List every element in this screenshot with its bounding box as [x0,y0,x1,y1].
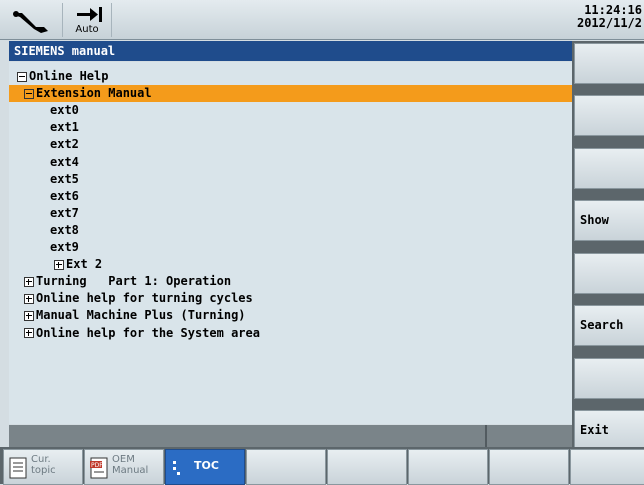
softkey-empty[interactable] [574,43,644,84]
tree-item[interactable]: Manual Machine Plus (Turning) [9,307,572,324]
header-bar: Auto 11:24:16 2012/11/2 [0,0,644,40]
tree-item-label: Ext 2 [66,257,103,272]
tree-item-label: ext9 [50,240,79,254]
tree-item-label: Online Help [29,69,109,83]
collapse-icon[interactable] [24,88,34,99]
tree-item-label: Extension Manual [36,86,152,101]
expand-icon[interactable] [24,310,34,321]
tree-item[interactable]: Online Help [9,68,572,85]
tab-empty[interactable] [246,449,326,485]
tree-item[interactable]: ext4 [9,154,572,171]
toc-tree: Online Help Extension Manual ext0 ext1 ext2 e… [9,62,572,424]
tab-empty[interactable] [408,449,488,485]
horizontal-softkey-bar: Cur. topic PDF OEM Manual TOC [0,447,644,485]
tree-item[interactable]: ext2 [9,136,572,153]
vertical-softkey-bar: Show Search Exit [572,41,644,451]
softkey-show[interactable]: Show [574,200,644,241]
expand-icon[interactable] [54,259,64,270]
tree-item-label: ext8 [50,222,79,237]
document-icon [8,457,28,479]
collapse-icon[interactable] [17,71,27,82]
svg-text:PDF: PDF [91,462,103,469]
tree-item[interactable]: Ext 2 [9,256,572,273]
status-divider [485,425,487,447]
tree-item[interactable]: ext0 [9,102,572,119]
softkey-search[interactable]: Search [574,305,644,346]
tab-oem-manual[interactable]: PDF OEM Manual [84,449,164,485]
date: 2012/11/2 [576,16,642,30]
tree-item[interactable]: ext9 [9,239,572,256]
tree-item-label: ext5 [50,171,79,186]
tree-item-label: Manual Machine Plus (Turning) [36,308,246,323]
time: 11:24:16 [584,3,642,17]
window-title: SIEMENS manual [9,41,572,61]
expand-icon[interactable] [24,276,34,287]
expand-icon[interactable] [24,293,34,304]
tree-item[interactable]: ext8 [9,222,572,239]
tree-item-label: Online help for the System area [36,325,260,340]
tree-item-label: ext7 [50,205,79,220]
softkey-empty[interactable] [574,95,644,136]
tree-item-label: ext2 [50,137,79,152]
tree-item-label: ext1 [50,120,79,135]
tab-label: TOC [194,459,219,472]
tab-cur-topic[interactable]: Cur. topic [3,449,83,485]
status-bar [9,425,572,447]
tree-item-label: Turning Part 1: Operation [36,274,232,289]
tree-item-label: ext6 [50,188,79,203]
tree-item-label: ext0 [50,103,79,118]
tab-toc[interactable]: TOC [165,449,245,485]
tree-item-label: ext4 [50,154,79,169]
softkey-empty[interactable] [574,358,644,399]
tree-item[interactable]: ext1 [9,119,572,136]
tab-empty[interactable] [489,449,569,485]
tab-empty[interactable] [327,449,407,485]
pdf-document-icon: PDF [89,457,109,479]
expand-icon[interactable] [24,328,34,338]
tab-empty[interactable] [570,449,644,485]
toc-list-icon [170,457,190,479]
tree-item[interactable]: Extension Manual [9,85,572,103]
softkey-empty[interactable] [574,148,644,189]
tree-item[interactable]: Turning Part 1: Operation [9,273,572,290]
tree-item[interactable]: Online help for the System area [9,325,572,342]
softkey-exit[interactable]: Exit [574,410,644,451]
tree-item[interactable]: Online help for turning cycles [9,290,572,307]
tab-label: Cur. topic [31,454,56,476]
mode-indicator[interactable]: Auto [62,3,112,37]
softkey-empty[interactable] [574,253,644,294]
mode-label: Auto [75,24,99,35]
wrench-icon[interactable] [8,3,58,37]
tree-item[interactable]: ext5 [9,171,572,188]
tree-item[interactable]: ext7 [9,205,572,222]
clock: 11:24:16 2012/11/2 [577,4,642,30]
arrow-to-bar-icon [77,7,102,22]
tab-label: OEM Manual [112,454,149,476]
tree-item-label: Online help for turning cycles [36,291,253,306]
tree-item[interactable]: ext6 [9,188,572,205]
